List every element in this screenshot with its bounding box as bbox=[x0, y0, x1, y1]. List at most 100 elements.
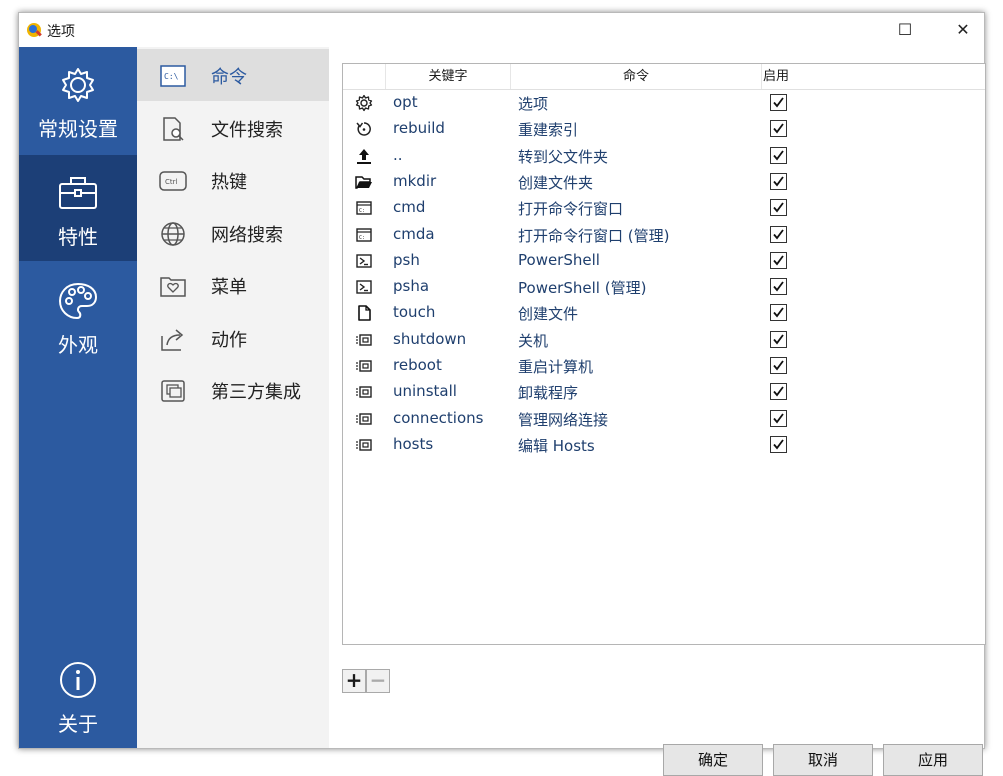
table-row[interactable]: mkdir 创建文件夹 bbox=[343, 169, 985, 195]
checkmark-icon bbox=[773, 386, 784, 397]
column-header-enabled[interactable]: 启用 bbox=[762, 64, 803, 89]
globe-icon bbox=[161, 222, 185, 246]
keyword-cell[interactable]: cmda bbox=[393, 225, 435, 243]
ctrl-key-icon: Ctrl bbox=[159, 171, 187, 191]
table-row[interactable]: connections 管理网络连接 bbox=[343, 406, 985, 432]
table-row[interactable]: psh PowerShell bbox=[343, 248, 985, 274]
command-cell[interactable]: 创建文件夹 bbox=[518, 172, 593, 193]
enabled-checkbox[interactable] bbox=[770, 146, 787, 164]
keyword-cell[interactable]: touch bbox=[393, 303, 435, 321]
remove-command-button[interactable]: − bbox=[366, 669, 390, 693]
table-row[interactable]: reboot 重启计算机 bbox=[343, 353, 985, 379]
command-cell[interactable]: 编辑 Hosts bbox=[518, 435, 595, 456]
enabled-checkbox[interactable] bbox=[770, 330, 787, 348]
command-cell[interactable]: 转到父文件夹 bbox=[518, 146, 608, 167]
commands-panel: 关键字 命令 启用 opt 选项 rebuild 重建索引.. 转到父文件夹 mkdir 创… bbox=[329, 47, 986, 776]
keyword-cell[interactable]: psha bbox=[393, 277, 429, 295]
sidebar-item-general[interactable]: 常规设置 bbox=[19, 47, 137, 153]
enabled-checkbox[interactable] bbox=[770, 225, 787, 243]
cancel-button[interactable]: 取消 bbox=[773, 744, 873, 776]
command-cell[interactable]: PowerShell bbox=[518, 251, 600, 269]
powershell-icon bbox=[356, 254, 372, 268]
close-button[interactable]: ✕ bbox=[943, 17, 983, 43]
subnav-item-menu[interactable]: 菜单 bbox=[137, 259, 329, 311]
table-row[interactable]: uninstall 卸载程序 bbox=[343, 379, 985, 405]
table-row[interactable]: C: cmd 打开命令行窗口 bbox=[343, 195, 985, 221]
keyword-cell[interactable]: rebuild bbox=[393, 119, 445, 137]
sidebar-item-features[interactable]: 特性 bbox=[19, 155, 137, 261]
keyword-cell[interactable]: uninstall bbox=[393, 382, 457, 400]
keyword-cell[interactable]: .. bbox=[393, 146, 403, 164]
checkmark-icon bbox=[773, 281, 784, 292]
subnav-item-label: 文件搜索 bbox=[211, 120, 283, 141]
command-cell[interactable]: 重建索引 bbox=[518, 119, 578, 140]
enabled-checkbox[interactable] bbox=[770, 251, 787, 269]
apply-button[interactable]: 应用 bbox=[883, 744, 983, 776]
enabled-checkbox[interactable] bbox=[770, 409, 787, 427]
keyword-cell[interactable]: mkdir bbox=[393, 172, 436, 190]
share-arrow-icon bbox=[161, 329, 184, 351]
command-cell[interactable]: PowerShell (管理) bbox=[518, 277, 646, 298]
console-icon: C:\ bbox=[160, 65, 186, 87]
keyword-cell[interactable]: shutdown bbox=[393, 330, 466, 348]
table-row[interactable]: touch 创建文件 bbox=[343, 300, 985, 326]
command-cell[interactable]: 创建文件 bbox=[518, 303, 578, 324]
table-row[interactable]: rebuild 重建索引 bbox=[343, 116, 985, 142]
upload-icon bbox=[357, 148, 371, 164]
subnav-item-hotkeys[interactable]: Ctrl 热键 bbox=[137, 154, 329, 206]
table-row[interactable]: .. 转到父文件夹 bbox=[343, 143, 985, 169]
enabled-checkbox[interactable] bbox=[770, 304, 787, 322]
enabled-checkbox[interactable] bbox=[770, 172, 787, 190]
sidebar-item-about[interactable]: 关于 bbox=[19, 642, 137, 748]
subnav-item-third-party[interactable]: 第三方集成 bbox=[137, 364, 329, 416]
folder-open-icon bbox=[355, 176, 372, 189]
svg-text:C:: C: bbox=[359, 208, 365, 214]
system-icon bbox=[356, 333, 372, 346]
enabled-checkbox[interactable] bbox=[770, 199, 787, 217]
command-cell[interactable]: 打开命令行窗口 (管理) bbox=[518, 225, 669, 246]
command-cell[interactable]: 打开命令行窗口 bbox=[518, 198, 623, 219]
table-row[interactable]: opt 选项 bbox=[343, 90, 985, 116]
subnav-item-file-search[interactable]: 文件搜索 bbox=[137, 102, 329, 154]
svg-text:Ctrl: Ctrl bbox=[165, 178, 178, 186]
column-header-keyword[interactable]: 关键字 bbox=[386, 64, 511, 89]
table-row[interactable]: hosts 编辑 Hosts bbox=[343, 432, 985, 458]
enabled-checkbox[interactable] bbox=[770, 278, 787, 296]
keyword-cell[interactable]: cmd bbox=[393, 198, 425, 216]
subnav-item-actions[interactable]: 动作 bbox=[137, 312, 329, 364]
ok-button[interactable]: 确定 bbox=[663, 744, 763, 776]
commands-table: 关键字 命令 启用 opt 选项 rebuild 重建索引.. 转到父文件夹 mkdir 创… bbox=[342, 63, 986, 645]
command-cell[interactable]: 管理网络连接 bbox=[518, 409, 608, 430]
sidebar-item-label: 外观 bbox=[58, 333, 98, 357]
command-cell[interactable]: 关机 bbox=[518, 330, 548, 351]
keyword-cell[interactable]: opt bbox=[393, 93, 418, 111]
table-row[interactable]: C: cmda 打开命令行窗口 (管理) bbox=[343, 222, 985, 248]
window-title: 选项 bbox=[47, 24, 75, 40]
system-icon bbox=[356, 360, 372, 372]
keyword-cell[interactable]: psh bbox=[393, 251, 420, 269]
table-row[interactable]: psha PowerShell (管理) bbox=[343, 274, 985, 300]
keyword-cell[interactable]: connections bbox=[393, 409, 483, 427]
keyword-cell[interactable]: hosts bbox=[393, 435, 433, 453]
command-cell[interactable]: 选项 bbox=[518, 93, 548, 114]
enabled-checkbox[interactable] bbox=[770, 94, 787, 111]
sidebar-item-appearance[interactable]: 外观 bbox=[19, 263, 137, 369]
subnav-item-commands[interactable]: C:\ 命令 bbox=[137, 49, 329, 101]
maximize-button[interactable]: ☐ bbox=[885, 17, 925, 43]
enabled-checkbox[interactable] bbox=[770, 435, 787, 453]
column-header-command[interactable]: 命令 bbox=[511, 64, 762, 89]
options-window: 选项 ☐ ✕ 常规设置 特性 外观 关于 C:\ 命令 文件搜索 Ctrl 热键… bbox=[18, 12, 986, 776]
folder-heart-icon bbox=[160, 277, 186, 297]
enabled-checkbox[interactable] bbox=[770, 357, 787, 374]
enabled-checkbox[interactable] bbox=[770, 120, 787, 138]
table-row[interactable]: shutdown 关机 bbox=[343, 327, 985, 353]
subnav-item-web-search[interactable]: 网络搜索 bbox=[137, 207, 329, 259]
add-command-button[interactable]: + bbox=[342, 669, 366, 693]
svg-text:C:\: C:\ bbox=[164, 72, 179, 81]
checkmark-icon bbox=[773, 176, 784, 187]
command-cell[interactable]: 卸载程序 bbox=[518, 382, 578, 403]
enabled-checkbox[interactable] bbox=[770, 383, 787, 401]
checkmark-icon bbox=[773, 255, 784, 266]
command-cell[interactable]: 重启计算机 bbox=[518, 356, 593, 377]
keyword-cell[interactable]: reboot bbox=[393, 356, 442, 374]
